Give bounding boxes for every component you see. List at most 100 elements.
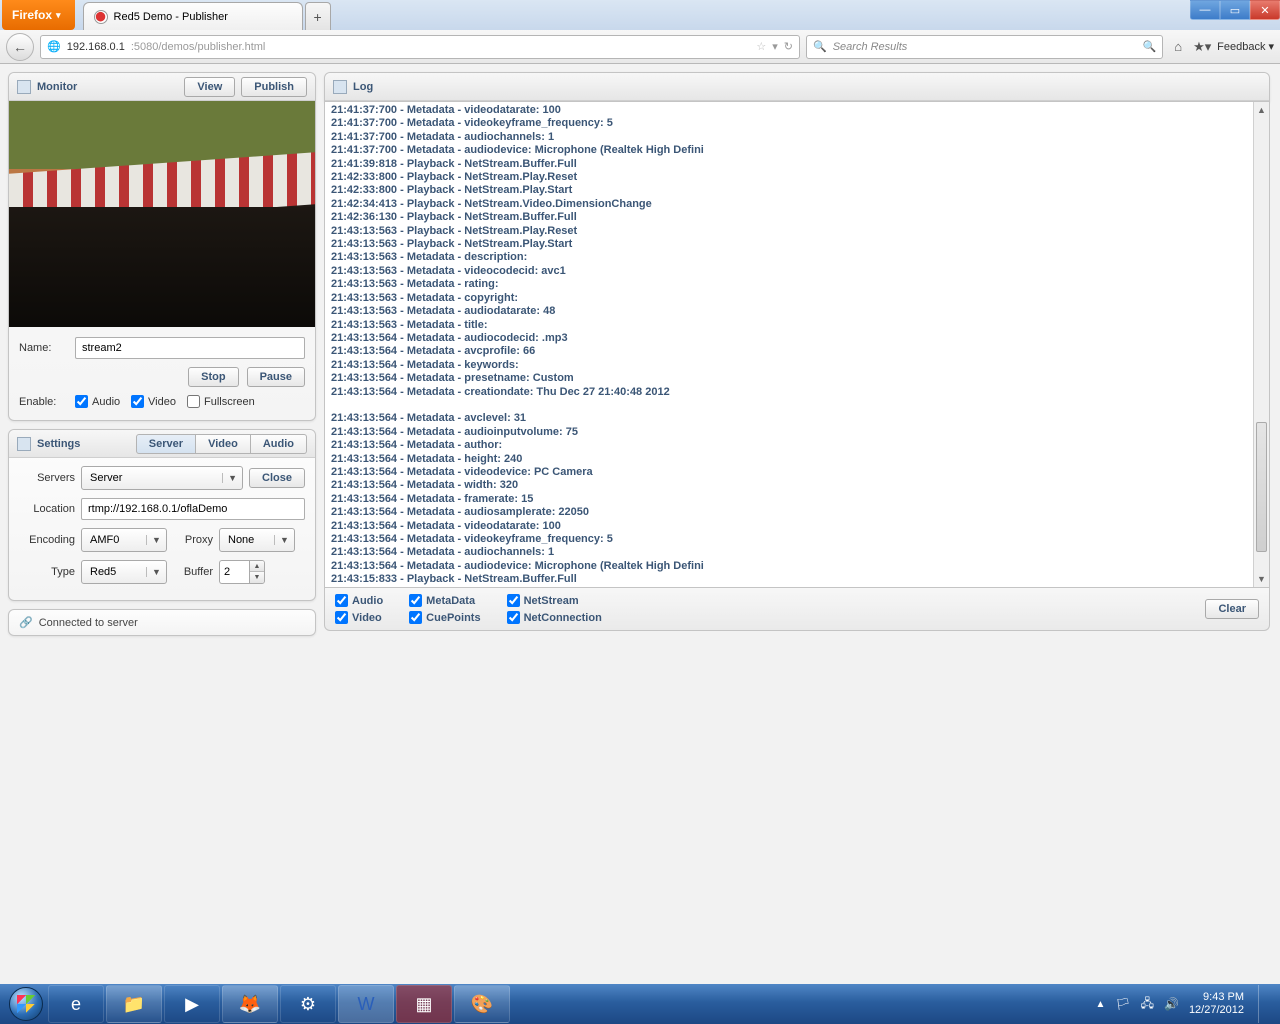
- tab-audio[interactable]: Audio: [251, 434, 307, 454]
- chevron-down-icon[interactable]: ▼: [250, 572, 264, 583]
- chevron-down-icon: ▼: [222, 473, 242, 483]
- filter-metadata[interactable]: MetaData: [409, 594, 480, 607]
- search-go-icon[interactable]: 🔍: [1142, 40, 1156, 53]
- scroll-down-icon[interactable]: ▼: [1254, 571, 1269, 587]
- publish-button[interactable]: Publish: [241, 77, 307, 97]
- url-bar[interactable]: 🌐 192.168.0.1:5080/demos/publisher.html …: [40, 35, 800, 59]
- browser-tab[interactable]: ⬤ Red5 Demo - Publisher: [83, 2, 303, 30]
- view-button[interactable]: View: [184, 77, 235, 97]
- tray-clock[interactable]: 9:43 PM 12/27/2012: [1189, 991, 1244, 1017]
- encoding-combo[interactable]: AMF0▼: [81, 528, 167, 552]
- tray-flag-icon[interactable]: 🏳: [1115, 997, 1130, 1011]
- monitor-icon: [17, 80, 31, 94]
- tray-overflow-icon[interactable]: ▲: [1095, 999, 1105, 1010]
- tray-network-icon[interactable]: 🖧: [1141, 994, 1154, 1015]
- close-button[interactable]: Close: [249, 468, 305, 488]
- enable-label: Enable:: [19, 396, 67, 408]
- window-maximize-button[interactable]: ▭: [1220, 0, 1250, 20]
- window-close-button[interactable]: ✕: [1250, 0, 1280, 20]
- log-lines: 21:41:37:700 - Metadata - videodatarate:…: [331, 104, 1269, 587]
- firefox-menu-button[interactable]: Firefox: [2, 0, 75, 30]
- tray-volume-icon[interactable]: 🔊: [1164, 997, 1179, 1011]
- page-content: Monitor View Publish Name: Stop Pause En…: [0, 64, 1280, 984]
- connection-icon: 🔗: [19, 616, 33, 629]
- stop-button[interactable]: Stop: [188, 367, 238, 387]
- new-tab-button[interactable]: +: [305, 2, 331, 30]
- encoding-label: Encoding: [19, 534, 75, 546]
- settings-icon: [17, 437, 31, 451]
- window-controls: — ▭ ✕: [1190, 0, 1280, 30]
- taskbar-ie[interactable]: e: [48, 985, 104, 1023]
- browser-navbar: ← 🌐 192.168.0.1:5080/demos/publisher.htm…: [0, 30, 1280, 64]
- system-tray: ▲ 🏳 🖧 🔊 9:43 PM 12/27/2012: [1095, 985, 1274, 1023]
- taskbar-app1[interactable]: ⚙: [280, 985, 336, 1023]
- windows-logo-icon: [9, 987, 43, 1021]
- filter-cuepoints[interactable]: CuePoints: [409, 611, 480, 624]
- bookmarks-icon[interactable]: ★▾: [1193, 39, 1211, 55]
- servers-label: Servers: [19, 472, 75, 484]
- globe-icon: 🌐: [47, 40, 61, 53]
- chevron-down-icon: ▼: [274, 535, 294, 545]
- taskbar-explorer[interactable]: 📁: [106, 985, 162, 1023]
- video-checkbox[interactable]: Video: [131, 395, 179, 408]
- feedback-link[interactable]: Feedback ▾: [1217, 40, 1274, 53]
- windows-taskbar: e 📁 ▶ 🦊 ⚙ W ▦ 🎨 ▲ 🏳 🖧 🔊 9:43 PM 12/27/20…: [0, 984, 1280, 1024]
- pause-button[interactable]: Pause: [247, 367, 305, 387]
- type-combo[interactable]: Red5▼: [81, 560, 167, 584]
- scroll-up-icon[interactable]: ▲: [1254, 102, 1269, 118]
- bookmark-star-icon[interactable]: ☆: [756, 40, 766, 53]
- filter-netconnection[interactable]: NetConnection: [507, 611, 602, 624]
- type-label: Type: [19, 566, 75, 578]
- taskbar-app2[interactable]: ▦: [396, 985, 452, 1023]
- scroll-thumb[interactable]: [1256, 422, 1267, 552]
- servers-combo[interactable]: Server▼: [81, 466, 243, 490]
- search-placeholder: Search Results: [833, 41, 1137, 53]
- taskbar-paint[interactable]: 🎨: [454, 985, 510, 1023]
- filter-audio[interactable]: Audio: [335, 594, 383, 607]
- show-desktop-button[interactable]: [1258, 985, 1268, 1023]
- settings-title: Settings: [37, 438, 80, 450]
- status-bar: 🔗 Connected to server: [8, 609, 316, 636]
- name-label: Name:: [19, 342, 67, 354]
- audio-checkbox[interactable]: Audio: [75, 395, 123, 408]
- stream-name-input[interactable]: [75, 337, 305, 359]
- log-title: Log: [353, 81, 373, 93]
- chevron-up-icon[interactable]: ▲: [250, 561, 264, 572]
- buffer-label: Buffer: [173, 566, 213, 578]
- clear-button[interactable]: Clear: [1205, 599, 1259, 619]
- monitor-panel: Monitor View Publish Name: Stop Pause En…: [8, 72, 316, 421]
- tab-video[interactable]: Video: [196, 434, 251, 454]
- search-bar[interactable]: 🔍 Search Results 🔍: [806, 35, 1163, 59]
- start-button[interactable]: [6, 984, 46, 1024]
- nav-back-button[interactable]: ←: [6, 33, 34, 61]
- log-scrollbar[interactable]: ▲ ▼: [1253, 102, 1269, 587]
- search-icon: 🔍: [813, 40, 827, 53]
- video-preview: [9, 101, 315, 327]
- fullscreen-checkbox[interactable]: Fullscreen: [187, 395, 235, 408]
- dropdown-icon[interactable]: ▾: [772, 40, 778, 53]
- location-input[interactable]: [81, 498, 305, 520]
- browser-titlebar: Firefox ⬤ Red5 Demo - Publisher + — ▭ ✕: [0, 0, 1280, 30]
- log-panel: Log: [324, 72, 1270, 102]
- taskbar-word[interactable]: W: [338, 985, 394, 1023]
- monitor-title: Monitor: [37, 81, 77, 93]
- buffer-stepper[interactable]: ▲▼: [219, 560, 265, 584]
- log-icon: [333, 80, 347, 94]
- settings-panel: Settings Server Video Audio Servers Serv…: [8, 429, 316, 601]
- log-footer: Audio MetaData NetStream Video CuePoints…: [324, 588, 1270, 631]
- filter-video[interactable]: Video: [335, 611, 383, 624]
- chevron-down-icon: ▼: [146, 567, 166, 577]
- proxy-label: Proxy: [173, 534, 213, 546]
- proxy-combo[interactable]: None▼: [219, 528, 295, 552]
- chevron-down-icon: ▼: [146, 535, 166, 545]
- location-label: Location: [19, 503, 75, 515]
- window-minimize-button[interactable]: —: [1190, 0, 1220, 20]
- reload-icon[interactable]: ↻: [784, 40, 793, 53]
- taskbar-media[interactable]: ▶: [164, 985, 220, 1023]
- log-body: 21:41:37:700 - Metadata - videodatarate:…: [324, 102, 1270, 588]
- filter-netstream[interactable]: NetStream: [507, 594, 602, 607]
- url-host: 192.168.0.1: [67, 41, 125, 53]
- home-icon[interactable]: ⌂: [1169, 39, 1187, 54]
- taskbar-firefox[interactable]: 🦊: [222, 985, 278, 1023]
- tab-server[interactable]: Server: [136, 434, 196, 454]
